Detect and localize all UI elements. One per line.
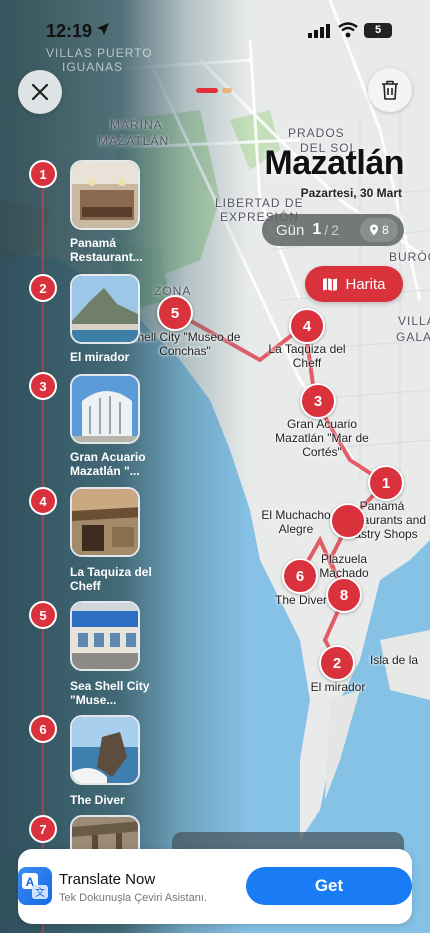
island-label: Isla de la <box>370 653 419 667</box>
stop-thumbnail <box>70 274 140 344</box>
page-indicator-active <box>196 88 218 93</box>
location-pin-icon <box>370 224 379 236</box>
map-button[interactable]: Harita <box>305 266 403 302</box>
stop-number-badge: 3 <box>29 372 57 400</box>
page-title: Mazatlán <box>264 144 404 182</box>
day-current: 1 <box>312 221 322 238</box>
street-label: MARINA <box>110 118 163 132</box>
stop-number-badge: 2 <box>29 274 57 302</box>
stop-thumbnail <box>70 601 140 671</box>
stop-thumbnail <box>70 715 140 785</box>
map-pin-2[interactable]: 2 <box>319 645 355 681</box>
stop-count-badge: 8 <box>360 218 398 242</box>
day-separator: / <box>324 222 329 238</box>
stop-thumbnail <box>70 374 140 444</box>
banner-app-subtitle: Tek Dokunuşla Çeviri Asistanı. <box>59 892 207 904</box>
map-button-label: Harita <box>345 275 386 293</box>
street-label: VILLA <box>398 314 430 328</box>
list-item[interactable]: 7 <box>0 0 160 885</box>
map-pin-label: El mirador <box>310 680 366 694</box>
street-label: PRADOS <box>288 126 345 140</box>
map-pin-label: Gran Acuario Mazatlán "Mar de Cortés" <box>275 417 369 459</box>
delete-button[interactable] <box>368 68 412 112</box>
stop-name: El mirador <box>70 350 130 364</box>
day-label: Gün <box>276 221 305 239</box>
stop-thumbnail <box>70 160 140 230</box>
stop-number-badge: 4 <box>29 487 57 515</box>
map-pin-label: La Taquiza del Cheff <box>268 342 346 370</box>
map-background[interactable] <box>0 0 430 933</box>
page-indicator <box>222 88 232 93</box>
app-banner[interactable]: A 文 Translate Now Tek Dokunuşla Çeviri A… <box>18 849 412 924</box>
map-pin-label: El Muchacho Alegre <box>261 508 331 536</box>
street-label: GALAX <box>396 330 430 344</box>
street-label: LIBERTAD DE <box>215 196 304 210</box>
stop-thumbnail <box>70 487 140 557</box>
trip-date: Pazartesi, 30 Mart <box>300 186 402 200</box>
stop-name: Panamá Restaurant... <box>70 236 143 264</box>
stop-count: 8 <box>382 223 389 237</box>
stop-name: La Taquiza del Cheff <box>70 565 152 593</box>
banner-app-name: Translate Now <box>59 871 156 888</box>
map-icon <box>323 277 338 291</box>
map-pin-7[interactable] <box>330 503 366 539</box>
stop-name: The Diver <box>70 793 125 807</box>
stop-number-badge: 1 <box>29 160 57 188</box>
map-pin-8[interactable]: 8 <box>326 577 362 613</box>
trash-icon <box>382 80 398 100</box>
stop-number-badge: 5 <box>29 601 57 629</box>
map-pin-4[interactable]: 4 <box>289 308 325 344</box>
day-total: 2 <box>331 222 339 238</box>
battery-icon: 5 <box>364 23 392 38</box>
svg-text:文: 文 <box>35 886 45 899</box>
translate-app-icon: A 文 <box>18 867 52 905</box>
map-pin-1[interactable]: 1 <box>368 465 404 501</box>
stop-number-badge: 7 <box>29 815 57 843</box>
get-button[interactable]: Get <box>246 867 412 905</box>
map-pin-5[interactable]: 5 <box>157 295 193 331</box>
wifi-icon <box>338 22 358 38</box>
street-label: BURÓC <box>389 250 430 264</box>
stop-name: Gran Acuario Mazatlán "... <box>70 450 146 478</box>
cellular-signal-icon <box>308 24 330 38</box>
map-pin-6[interactable]: 6 <box>282 558 318 594</box>
stop-name: Sea Shell City "Muse... <box>70 679 150 707</box>
map-pin-3[interactable]: 3 <box>300 383 336 419</box>
street-label: MAZATLÁN <box>98 134 170 148</box>
stop-number-badge: 6 <box>29 715 57 743</box>
day-selector[interactable]: Gün 1 / 2 8 <box>262 214 404 246</box>
